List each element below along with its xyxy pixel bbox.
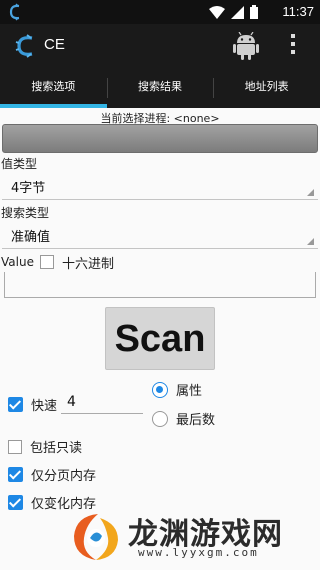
search-type-selected: 准确值 — [11, 230, 51, 245]
tab-label: 搜索结果 — [138, 80, 182, 93]
radio-label: 最后数 — [176, 413, 216, 428]
hex-checkbox[interactable] — [39, 255, 54, 269]
radio-last-value[interactable]: 最后数 — [152, 409, 215, 428]
speed-input[interactable]: 4 — [61, 392, 143, 414]
value-input[interactable] — [4, 272, 316, 298]
tab-search-options[interactable]: 搜索选项 — [0, 68, 107, 108]
value-row: Value 十六进制 — [1, 252, 114, 272]
radio-button-selected[interactable] — [152, 381, 168, 398]
dropdown-triangle-icon — [307, 238, 314, 245]
watermark-url: www.lyyxgm.com — [138, 546, 259, 559]
changed-memory-checkbox[interactable] — [8, 495, 23, 510]
search-type-label: 搜索类型 — [1, 206, 50, 220]
read-only-checkbox[interactable] — [8, 439, 22, 454]
hex-label: 十六进制 — [61, 256, 114, 272]
status-clock: 11:37 — [282, 4, 314, 19]
dropdown-triangle-icon — [307, 189, 314, 196]
status-bar: 11:37 — [0, 0, 320, 24]
site-watermark: 龙渊游戏网 www.lyyxgm.com — [68, 508, 318, 566]
speed-label: 快速 — [31, 399, 58, 414]
action-bar: CE — [0, 24, 320, 68]
value-type-spinner[interactable]: 4字节 — [2, 172, 318, 200]
wifi-icon — [209, 5, 225, 19]
watermark-logo-icon — [74, 514, 118, 560]
select-process-button[interactable] — [2, 124, 318, 153]
tab-bar: 搜索选项 搜索结果 地址列表 — [0, 68, 320, 108]
value-type-label: 值类型 — [1, 157, 38, 171]
search-type-spinner[interactable]: 准确值 — [2, 221, 318, 249]
tab-label: 地址列表 — [244, 80, 289, 93]
radio-label: 属性 — [176, 384, 203, 399]
paged-memory-checkbox[interactable] — [8, 467, 23, 482]
speed-option: 快速 — [8, 395, 57, 414]
read-only-label: 包括只读 — [30, 441, 83, 456]
android-icon[interactable] — [233, 32, 259, 60]
speed-value: 4 — [67, 394, 76, 410]
radio-button[interactable] — [152, 410, 168, 427]
read-only-option: 包括只读 — [8, 437, 82, 456]
tab-address-list[interactable]: 地址列表 — [213, 68, 320, 108]
tab-label: 搜索选项 — [31, 80, 76, 93]
signal-icon — [231, 5, 244, 19]
tab-search-results[interactable]: 搜索结果 — [106, 68, 214, 108]
paged-memory-label: 仅分页内存 — [31, 469, 97, 484]
value-label: Value — [1, 255, 34, 269]
app-title: CE — [44, 36, 65, 53]
overflow-menu-icon[interactable] — [288, 34, 298, 58]
paged-memory-option: 仅分页内存 — [8, 465, 96, 484]
cheat-engine-notification-icon — [9, 3, 20, 21]
value-type-selected: 4字节 — [11, 181, 46, 196]
scan-button[interactable]: Scan — [105, 307, 215, 370]
speed-checkbox[interactable] — [8, 397, 23, 412]
cheat-engine-logo-icon[interactable] — [14, 33, 36, 59]
radio-attribute[interactable]: 属性 — [152, 380, 202, 399]
tab-active-indicator — [0, 104, 107, 108]
battery-icon — [250, 5, 258, 19]
